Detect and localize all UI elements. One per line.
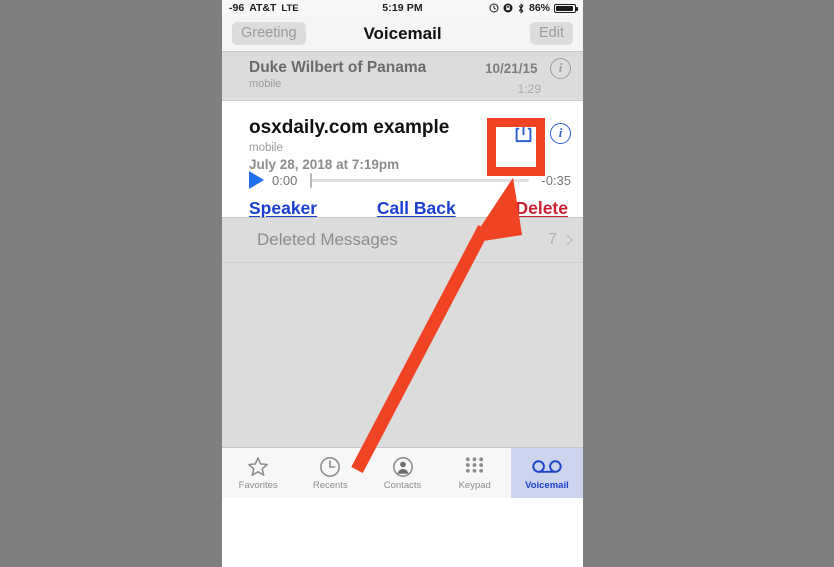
screenshot-root: -96 AT&T LTE 5:19 PM 86% Greeting Voicem… [0, 0, 834, 567]
play-button-icon[interactable] [249, 171, 264, 189]
tab-label: Contacts [383, 480, 422, 491]
deleted-messages-label: Deleted Messages [257, 230, 398, 249]
tab-keypad[interactable]: Keypad [439, 448, 511, 498]
empty-list-area [222, 263, 583, 447]
voicemail-row[interactable]: Duke Wilbert of Panama mobile 10/21/15 i… [222, 52, 583, 101]
delete-button[interactable]: Delete [515, 198, 568, 219]
call-back-button[interactable]: Call Back [377, 198, 456, 219]
navigation-bar: Greeting Voicemail Edit [222, 16, 583, 52]
voicemail-icon [532, 455, 562, 478]
tab-favorites[interactable]: Favorites [222, 448, 294, 498]
deleted-messages-row[interactable]: Deleted Messages 7 [222, 218, 583, 263]
star-icon [247, 455, 269, 478]
tab-contacts[interactable]: Contacts [366, 448, 438, 498]
voicemail-actions: Speaker Call Back Delete [249, 198, 568, 219]
voicemail-duration: 1:29 [517, 82, 541, 96]
edit-button[interactable]: Edit [530, 21, 573, 46]
tab-voicemail[interactable]: Voicemail [510, 448, 583, 498]
tab-label: Favorites [238, 480, 278, 491]
voicemail-date: 10/21/15 [484, 61, 538, 76]
rotation-lock-icon [503, 3, 513, 13]
tab-recents[interactable]: Recents [294, 448, 366, 498]
deleted-messages-count: 7 [548, 231, 557, 248]
tab-bar: Favorites Recents Contacts Keypad Voicem… [222, 447, 583, 498]
voicemail-meta: 10/21/15 i 1:29 [485, 58, 571, 96]
bluetooth-icon [517, 3, 525, 14]
keypad-icon [464, 455, 485, 478]
info-icon[interactable]: i [550, 123, 571, 144]
info-icon[interactable]: i [550, 58, 571, 79]
scrubber-knob[interactable] [310, 172, 312, 188]
tab-label: Keypad [458, 480, 491, 491]
status-bar-right: 86% [489, 2, 578, 14]
chevron-right-icon [561, 234, 573, 246]
tab-label: Recents [312, 480, 348, 491]
battery-icon [554, 3, 578, 13]
person-icon [392, 455, 414, 478]
deleted-messages-meta: 7 [548, 231, 573, 249]
battery-percent-label: 86% [528, 2, 550, 14]
alarm-clock-icon [489, 3, 499, 13]
playback-current-time: 0:00 [272, 172, 298, 188]
greeting-button[interactable]: Greeting [232, 21, 306, 46]
clock-icon [319, 455, 341, 478]
speaker-button[interactable]: Speaker [249, 198, 317, 219]
phone-screen: -96 AT&T LTE 5:19 PM 86% Greeting Voicem… [222, 0, 583, 567]
tab-label: Voicemail [525, 480, 569, 491]
playback-scrubber[interactable] [310, 172, 529, 188]
highlight-box [487, 118, 545, 176]
status-bar: -96 AT&T LTE 5:19 PM 86% [222, 0, 583, 16]
